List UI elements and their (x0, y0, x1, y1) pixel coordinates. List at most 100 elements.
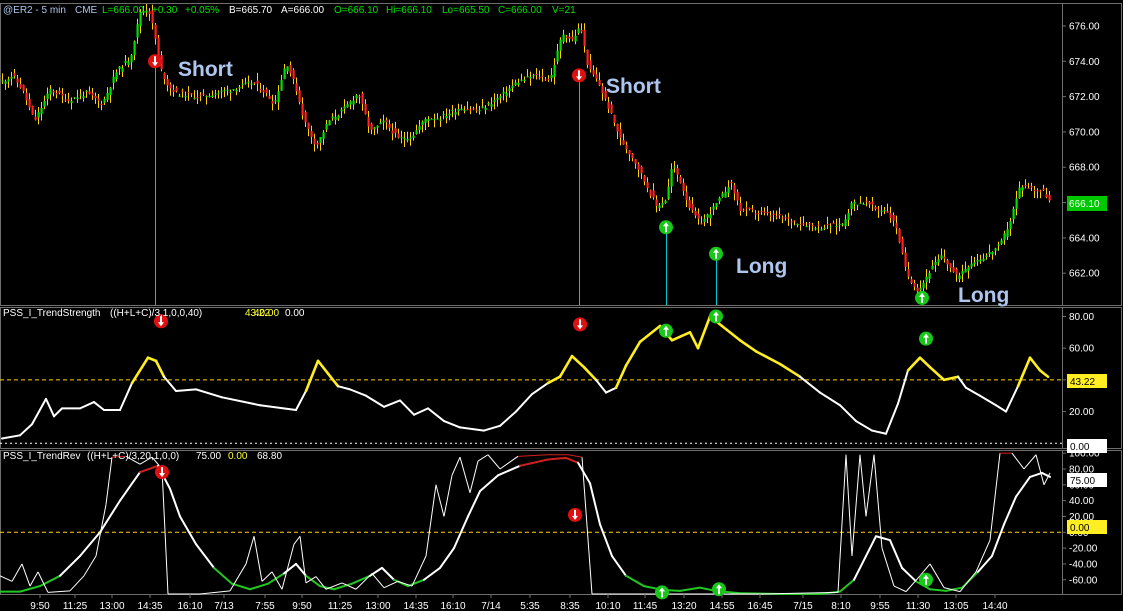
candle-body (238, 87, 241, 89)
candle-body (10, 76, 13, 79)
candle-body (823, 227, 826, 229)
candle-body (127, 61, 130, 66)
candle-body (694, 210, 697, 216)
price-last-tag-text: 666.10 (1069, 199, 1100, 210)
candle-body (97, 98, 100, 101)
candle-body (259, 88, 262, 91)
strength-value-2: 40.00 (254, 308, 279, 319)
candle-body (262, 90, 265, 93)
candle-body (913, 283, 916, 287)
candle-body (622, 140, 625, 145)
candle-body (190, 93, 193, 95)
price-tick-label-5: 672.00 (1069, 92, 1100, 103)
candle-body (136, 24, 139, 38)
candle-body (112, 76, 115, 83)
header-volume: V=21 (552, 5, 576, 16)
candle-body (1018, 187, 1021, 198)
candle-body (196, 97, 199, 99)
buy-arrow-icon-4 (915, 290, 929, 305)
candle-body (388, 124, 391, 128)
candle-body (193, 97, 196, 99)
candle-body (22, 84, 25, 91)
candle-body (118, 66, 121, 69)
time-tick-label-12: 7/14 (481, 601, 501, 611)
candle-body (376, 125, 379, 128)
candle-body (736, 191, 739, 201)
candle-body (838, 223, 841, 225)
candle-body (1024, 185, 1027, 187)
candle-body (829, 226, 832, 228)
candle-body (289, 64, 292, 74)
candle-body (991, 252, 994, 255)
candle-body (964, 268, 967, 273)
candle-body (430, 118, 433, 120)
candle-body (922, 282, 925, 289)
candle-body (973, 262, 976, 265)
candle-body (322, 132, 325, 139)
candle-body (667, 186, 670, 200)
candle-body (928, 273, 931, 279)
reversal-value-2: 0.00 (228, 451, 248, 462)
candle-body (631, 153, 634, 159)
candle-body (244, 82, 247, 84)
candle-body (721, 193, 724, 198)
candle-body (370, 123, 373, 130)
candle-body (7, 79, 10, 82)
candle-body (904, 252, 907, 267)
reversal-current-tag: 75.00 (1067, 473, 1107, 487)
candle-body (796, 224, 799, 226)
candle-body (277, 91, 280, 103)
candle-body (595, 74, 598, 79)
candle-body (472, 108, 475, 110)
candle-body (808, 223, 811, 225)
candle-body (526, 76, 529, 78)
candle-body (157, 37, 160, 56)
buy-arrow-icon-2 (659, 220, 673, 235)
candle-body (919, 288, 922, 291)
candle-body (154, 24, 157, 39)
candle-body (679, 176, 682, 183)
sell-arrow-icon-r0 (155, 465, 169, 480)
candle-body (763, 211, 766, 213)
reversal-tick-label-2: -20.00 (1069, 544, 1098, 555)
reversal-zero-tag: 0.00 (1067, 520, 1107, 534)
candle-body (46, 93, 49, 100)
candle-body (856, 204, 859, 206)
candle-body (331, 116, 334, 119)
candle-body (580, 30, 583, 32)
candle-body (562, 34, 565, 42)
strength-zero-tag-text: 0.00 (1070, 442, 1090, 453)
candle-body (361, 93, 364, 104)
candle-body (706, 214, 709, 218)
candle-body (253, 82, 256, 84)
candle-body (349, 101, 352, 105)
candle-body (799, 223, 802, 225)
candle-body (343, 106, 346, 109)
header-last: L=666.00 (102, 5, 144, 16)
candle-body (121, 68, 124, 72)
candle-body (217, 92, 220, 94)
candle-body (1, 80, 4, 82)
strength-tick-label-3: 80.00 (1069, 312, 1094, 323)
candle-body (52, 90, 55, 93)
candle-body (664, 200, 667, 204)
candle-body (313, 138, 316, 145)
candle-body (40, 108, 43, 115)
candle-body (751, 208, 754, 210)
candle-body (574, 35, 577, 42)
candle-body (532, 75, 535, 77)
candle-body (844, 219, 847, 227)
strength-value-3: 0.00 (285, 308, 305, 319)
candle-body (661, 202, 664, 206)
candle-body (295, 83, 298, 92)
time-tick-label-15: 10:10 (595, 601, 620, 611)
candle-body (214, 93, 217, 95)
price-tick-label-0: 662.00 (1069, 269, 1100, 280)
time-tick-label-17: 13:20 (671, 601, 696, 611)
header-exchange: CME (75, 5, 98, 16)
strength-current-tag-text: 43.22 (1070, 377, 1095, 388)
price-tick-label-7: 676.00 (1069, 21, 1100, 32)
candle-body (748, 207, 751, 210)
candle-body (496, 98, 499, 100)
candle-body (940, 255, 943, 259)
